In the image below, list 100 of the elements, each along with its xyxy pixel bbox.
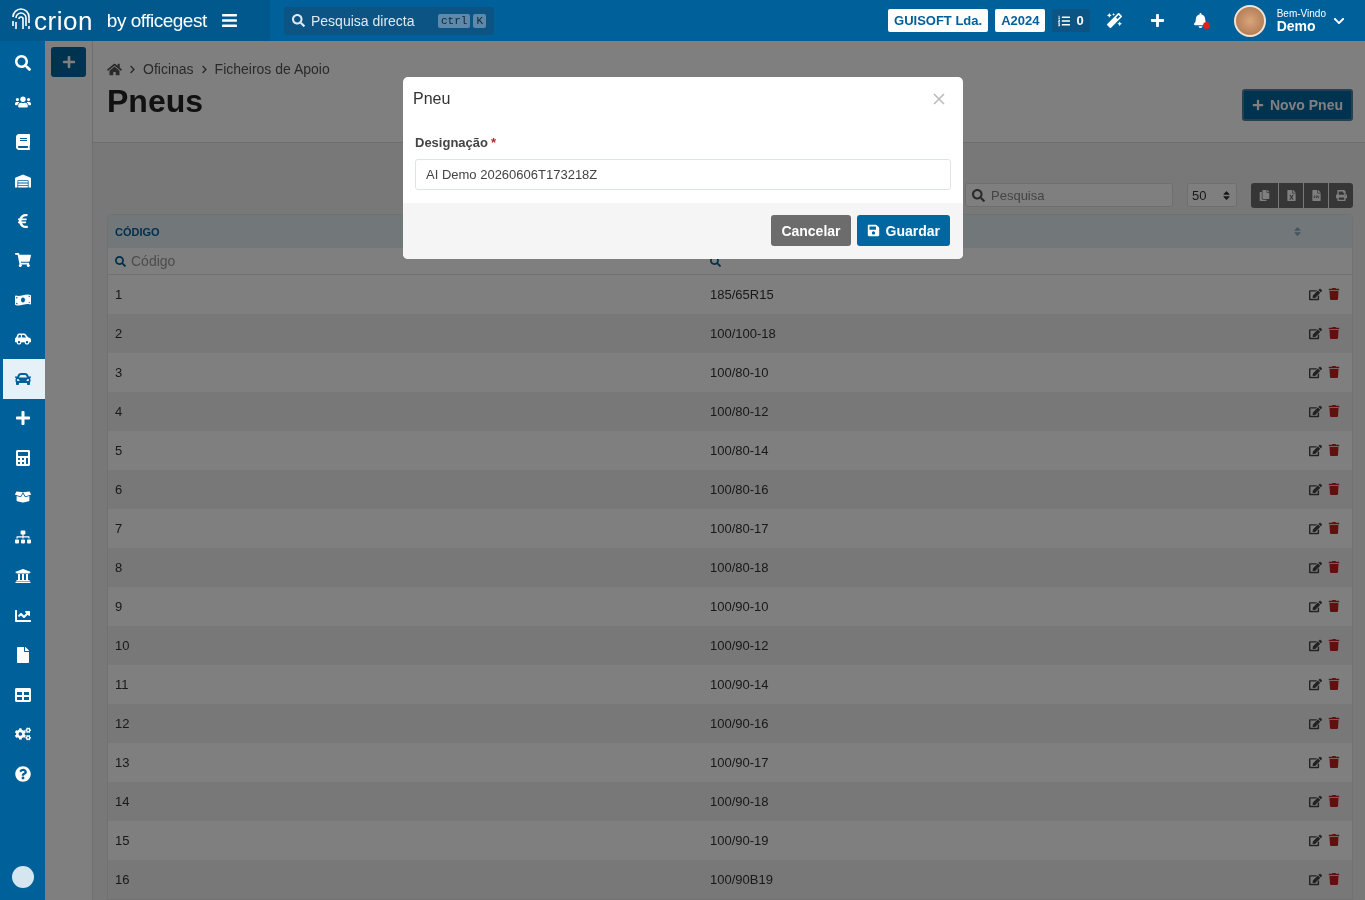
table-row[interactable]: 6 100/80-16 bbox=[108, 470, 1352, 509]
edit-icon[interactable] bbox=[1309, 561, 1322, 574]
edit-icon[interactable] bbox=[1309, 678, 1322, 691]
modal-title: Pneu bbox=[413, 90, 451, 108]
table-cell-text: 12 bbox=[114, 716, 131, 731]
table-cell-text: 1 bbox=[114, 287, 124, 302]
table-row[interactable]: 2 100/100-18 bbox=[108, 314, 1352, 353]
required-mark: * bbox=[491, 135, 497, 150]
car-icon[interactable] bbox=[0, 359, 45, 399]
search-placeholder: Pesquisa directa bbox=[311, 12, 415, 29]
search-icon bbox=[292, 14, 305, 27]
breadcrumb-link[interactable]: Oficinas bbox=[143, 61, 194, 77]
edit-icon[interactable] bbox=[1309, 639, 1322, 652]
table-cell-text: 3 bbox=[114, 365, 124, 380]
save-button[interactable]: Guardar bbox=[856, 215, 950, 246]
table-cell-text: 100/90-14 bbox=[709, 677, 770, 692]
excel-button[interactable] bbox=[1279, 182, 1303, 208]
chevron-right-icon bbox=[199, 64, 209, 74]
edit-icon[interactable] bbox=[1309, 366, 1322, 379]
csv-button[interactable] bbox=[1304, 182, 1328, 208]
table-cell-text: 100/90-12 bbox=[709, 638, 770, 653]
page-size-select[interactable]: 50 bbox=[1187, 183, 1237, 207]
trash-icon[interactable] bbox=[1328, 483, 1340, 496]
keyboard-key: K bbox=[473, 13, 486, 28]
new-tire-button[interactable]: Novo Pneu bbox=[1241, 89, 1353, 121]
trash-icon[interactable] bbox=[1328, 756, 1340, 769]
plus-icon[interactable] bbox=[1150, 13, 1166, 28]
table-cell-text: 8 bbox=[114, 560, 124, 575]
trash-icon[interactable] bbox=[1328, 873, 1340, 886]
keyboard-key: ctrl bbox=[438, 13, 471, 28]
table-cell-text: 100/80-16 bbox=[709, 482, 770, 497]
logo: crion bbox=[34, 7, 93, 34]
home-icon[interactable] bbox=[107, 61, 122, 77]
table-row[interactable]: 16 100/90B19 bbox=[108, 860, 1352, 899]
company-badge[interactable]: GUISOFT Lda. bbox=[888, 9, 989, 32]
table-cell-text: 6 bbox=[114, 482, 124, 497]
sparkles-icon[interactable] bbox=[1107, 13, 1123, 28]
avatar[interactable] bbox=[1233, 4, 1266, 37]
page-title: Pneus bbox=[107, 83, 205, 120]
trash-icon[interactable] bbox=[1328, 327, 1340, 340]
table-cell-text: 100/90-19 bbox=[709, 833, 770, 848]
edit-icon[interactable] bbox=[1309, 405, 1322, 418]
table-cell-text: 100/90-16 bbox=[709, 716, 770, 731]
table-cell-text: 100/80-17 bbox=[709, 521, 770, 536]
table-cell-text: 100/100-18 bbox=[709, 326, 777, 341]
trash-icon[interactable] bbox=[1328, 405, 1340, 418]
trash-icon[interactable] bbox=[1328, 639, 1340, 652]
checklist-icon bbox=[1058, 14, 1071, 27]
edit-icon[interactable] bbox=[1309, 717, 1322, 730]
trash-icon[interactable] bbox=[1328, 522, 1340, 535]
tasks-button[interactable]: 0 bbox=[1052, 9, 1090, 32]
search-icon bbox=[115, 255, 126, 267]
trash-icon[interactable] bbox=[1328, 795, 1340, 808]
edit-icon[interactable] bbox=[1309, 444, 1322, 457]
input-field[interactable]: AI Demo 20260606T173218Z bbox=[415, 159, 951, 190]
copy-icon bbox=[1259, 189, 1270, 201]
trash-icon[interactable] bbox=[1328, 366, 1340, 379]
edit-icon[interactable] bbox=[1309, 522, 1322, 535]
table-row[interactable]: 10 100/90-12 bbox=[108, 626, 1352, 665]
table-row[interactable]: 14 100/90-18 bbox=[108, 782, 1352, 821]
table-cell-text: 2 bbox=[114, 326, 124, 341]
trash-icon[interactable] bbox=[1328, 600, 1340, 613]
table-cell-text: 15 bbox=[114, 833, 131, 848]
menu-icon[interactable] bbox=[220, 12, 238, 29]
table-cell-text: 10 bbox=[114, 638, 131, 653]
edit-icon[interactable] bbox=[1309, 288, 1322, 301]
trash-icon[interactable] bbox=[1328, 678, 1340, 691]
breadcrumb-link[interactable]: Ficheiros de Apoio bbox=[214, 61, 330, 77]
edit-icon[interactable] bbox=[1309, 834, 1322, 847]
edit-icon[interactable] bbox=[1309, 483, 1322, 496]
spreadsheet-file-icon bbox=[1285, 189, 1297, 201]
trash-icon[interactable] bbox=[1328, 561, 1340, 574]
table-row[interactable]: 4 100/80-12 bbox=[108, 392, 1352, 431]
table-cell-text: 9 bbox=[114, 599, 124, 614]
trash-icon[interactable] bbox=[1328, 717, 1340, 730]
copy-button[interactable] bbox=[1251, 182, 1278, 208]
plus-icon bbox=[1251, 99, 1264, 111]
edit-icon[interactable] bbox=[1309, 873, 1322, 886]
edit-icon[interactable] bbox=[1309, 795, 1322, 808]
user-name[interactable]: Demo bbox=[1276, 18, 1326, 33]
year-badge[interactable]: A2024 bbox=[995, 9, 1046, 32]
edit-icon[interactable] bbox=[1309, 327, 1322, 340]
trash-icon[interactable] bbox=[1328, 834, 1340, 847]
chevron-right-icon bbox=[128, 64, 137, 74]
table-cell-text: 100/90B19 bbox=[709, 872, 774, 887]
search-field[interactable]: Pesquisa bbox=[965, 183, 1173, 207]
edit-icon[interactable] bbox=[1309, 600, 1322, 613]
search-field[interactable]: Pesquisa directa ctrl K bbox=[284, 6, 494, 35]
logo-icon bbox=[11, 866, 34, 888]
add-button[interactable] bbox=[51, 47, 86, 77]
table-cell-text: 100/90-18 bbox=[709, 794, 770, 809]
trash-icon[interactable] bbox=[1328, 288, 1340, 301]
trash-icon[interactable] bbox=[1328, 444, 1340, 457]
table-row[interactable]: 12 100/90-16 bbox=[108, 704, 1352, 743]
cancel-button[interactable]: Cancelar bbox=[771, 215, 851, 246]
save-icon bbox=[866, 224, 880, 237]
edit-icon[interactable] bbox=[1309, 756, 1322, 769]
table-cell-text: 5 bbox=[114, 443, 124, 458]
print-button[interactable] bbox=[1329, 182, 1353, 208]
table-row[interactable]: 8 100/80-18 bbox=[108, 548, 1352, 587]
